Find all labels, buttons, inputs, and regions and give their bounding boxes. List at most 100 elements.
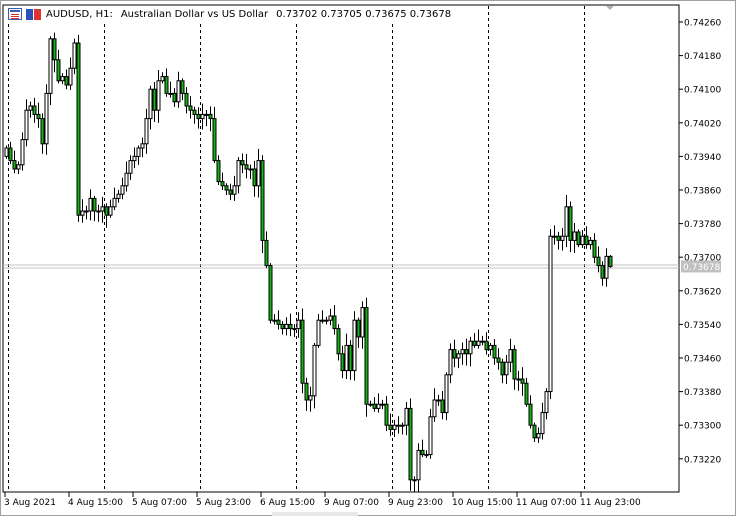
y-tick-label: 0.73300 [684, 422, 721, 432]
bull-candle-body [504, 361, 509, 376]
candle[interactable] [608, 255, 613, 268]
bull-candle-body [48, 38, 53, 94]
bull-candle-body [96, 210, 101, 213]
data-window-icon[interactable] [26, 8, 42, 20]
bear-candle-body [384, 403, 389, 426]
bear-candle-body [500, 361, 505, 376]
bull-candle-body [100, 206, 105, 212]
bear-candle-body [576, 231, 581, 246]
bear-candle-body [364, 307, 369, 405]
bull-candle-body [476, 340, 481, 346]
bull-candle-body [456, 353, 461, 359]
bull-candle-body [444, 374, 449, 414]
bull-candle-body [544, 391, 549, 414]
candle[interactable] [260, 155, 265, 253]
bull-candle-body [248, 168, 253, 171]
price-chart[interactable]: 0.74260 0.74180 0.74100 0.74020 0.73940 0.738… [0, 0, 736, 516]
bull-candle-body [28, 105, 33, 111]
candle[interactable] [444, 372, 449, 421]
current-price-label: 0.73678 [683, 263, 720, 273]
bear-candle-body [596, 256, 601, 267]
bear-candle-body [216, 160, 221, 183]
bear-candle-body [184, 92, 189, 107]
bear-candle-body [608, 255, 613, 267]
bull-candle-body [272, 319, 277, 322]
bear-candle-body [520, 378, 525, 384]
bull-candle-body [128, 160, 133, 174]
bull-candle-body [116, 193, 121, 199]
bull-candle-body [296, 319, 301, 330]
bear-candle-body [472, 340, 477, 346]
bear-candle-body [300, 319, 305, 384]
y-tick-label: 0.74260 [684, 19, 721, 29]
bull-candle-body [232, 185, 237, 195]
bull-candle-body [84, 210, 89, 213]
bull-candle-body [480, 340, 485, 343]
bear-candle-body [408, 407, 413, 481]
bull-candle-body [284, 323, 289, 330]
bear-candle-body [180, 80, 185, 94]
bear-candle-body [12, 160, 17, 170]
bull-candle-body [352, 319, 357, 372]
bear-candle-body [228, 189, 233, 195]
candle[interactable] [352, 311, 357, 381]
x-tick-label: 10 Aug 15:00 [452, 498, 513, 508]
candle[interactable] [44, 84, 49, 155]
symbol-timeframe: AUDUSD, H1: [46, 8, 113, 20]
bull-candle-body [156, 80, 161, 111]
y-tick-label: 0.73780 [684, 220, 721, 230]
candle[interactable] [300, 308, 305, 394]
candle[interactable] [76, 34, 81, 222]
bull-candle-body [392, 424, 397, 430]
bear-candle-body [592, 239, 597, 258]
bear-candle-body [288, 323, 293, 330]
bull-candle-body [400, 424, 405, 427]
bear-candle-body [304, 382, 309, 401]
market-watch-icon[interactable] [8, 8, 22, 20]
bear-candle-body [208, 113, 213, 120]
bear-candle-body [188, 105, 193, 111]
bull-candle-body [560, 235, 565, 241]
bull-candle-body [460, 349, 465, 355]
symbol-description: Australian Dollar vs US Dollar [120, 8, 269, 20]
bull-candle-body [536, 433, 541, 439]
bear-candle-body [152, 88, 157, 111]
y-tick-label: 0.74100 [684, 86, 721, 96]
candle[interactable] [576, 229, 581, 248]
bull-candle-body [72, 42, 77, 69]
candle[interactable] [408, 398, 413, 491]
y-tick-label: 0.73620 [684, 287, 721, 297]
bear-candle-body [92, 197, 97, 212]
bear-candle-body [356, 319, 361, 338]
bull-candle-body [124, 172, 129, 187]
scroll-tab[interactable] [272, 512, 358, 516]
bull-candle-body [120, 185, 125, 195]
bull-candle-body [328, 315, 333, 321]
bull-candle-body [308, 395, 313, 401]
bull-candle-body [324, 319, 329, 322]
bull-candle-body [68, 67, 73, 86]
y-tick-label: 0.73540 [684, 321, 721, 331]
bear-candle-body [348, 344, 353, 372]
bull-candle-body [204, 113, 209, 116]
bull-candle-body [404, 407, 409, 426]
bull-candle-body [132, 155, 137, 162]
bear-candle-body [264, 239, 269, 267]
bear-candle-body [388, 424, 393, 430]
bear-candle-body [532, 424, 537, 439]
bull-candle-body [316, 319, 321, 346]
y-tick-label: 0.73460 [684, 355, 721, 365]
bear-candle-body [212, 118, 217, 162]
bull-candle-body [436, 399, 441, 402]
bull-candle-body [312, 344, 317, 397]
bull-candle-body [176, 80, 181, 103]
candle[interactable] [364, 297, 369, 417]
y-tick-label: 0.73940 [684, 153, 721, 163]
bull-candle-body [108, 206, 113, 216]
candle[interactable] [548, 229, 553, 400]
candle[interactable] [268, 263, 273, 324]
bear-candle-body [172, 92, 177, 103]
bull-candle-body [564, 206, 569, 237]
x-tick-label: 11 Aug 07:00 [516, 498, 577, 508]
bull-candle-body [140, 143, 145, 149]
